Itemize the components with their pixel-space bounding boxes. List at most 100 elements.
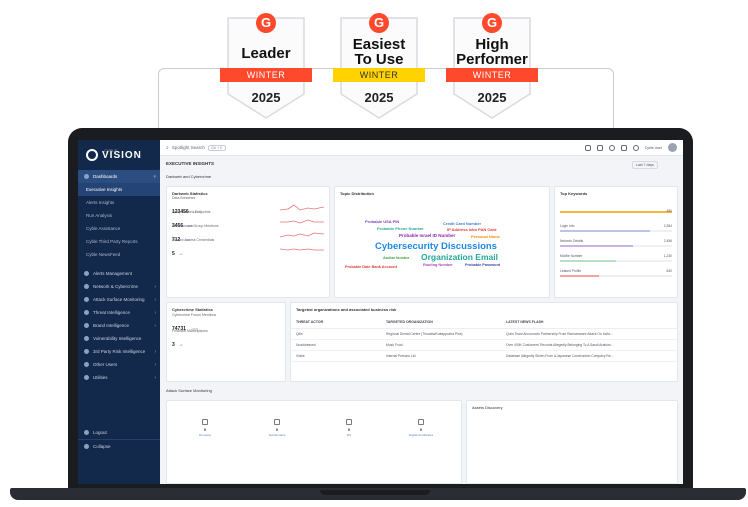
- sidebar-item-brand-intelligence[interactable]: Brand Intelligence ›: [78, 319, 160, 332]
- metric-row[interactable]: Financial Marketplaces 3 +1: [167, 329, 285, 348]
- avatar[interactable]: [668, 143, 677, 152]
- word-cloud-term[interactable]: Probable Israel ID Number: [399, 233, 455, 238]
- news-flash-cell: Database Allegedly Stolen From A Japanes…: [506, 354, 614, 358]
- network-icon: [84, 284, 89, 289]
- asm-subdomains[interactable]: 0 Subdomains: [247, 419, 307, 437]
- sidebar-item-vulnerability-intelligence[interactable]: Vulnerability Intelligence: [78, 332, 160, 345]
- topic-distribution-card: Topic Distribution Probable USA PIN Cred…: [334, 186, 550, 298]
- table-row[interactable]: Vickie Internal Persons Ltd Database All…: [291, 351, 677, 362]
- sidebar-item-network-cybercrime[interactable]: Network & Cybercrime ›: [78, 280, 160, 293]
- badge-year: 2025: [477, 90, 507, 105]
- settings-gear-icon[interactable]: [632, 144, 639, 151]
- alert-icon: [84, 271, 89, 276]
- asm-domains[interactable]: 0 Domains: [175, 419, 235, 437]
- certificate-icon: [418, 419, 424, 425]
- ip-icon: [346, 419, 352, 425]
- badge-title-line2: To Use: [354, 51, 404, 68]
- section-attack-surface: Attack Surface Monitoring: [166, 388, 212, 393]
- search-placeholder: Spotlight Search: [171, 145, 205, 150]
- word-cloud-term[interactable]: Probable Phone Number: [377, 226, 424, 231]
- sidebar-bottom: Logout Collapse: [78, 426, 160, 452]
- asm-ips[interactable]: 0 IPs: [319, 419, 379, 437]
- keyword-row[interactable]: Mobile Number 1,240: [560, 254, 672, 262]
- keyword-row[interactable]: Leaked Profile 840: [560, 269, 672, 277]
- sidebar-item-attack-surface[interactable]: Attack Surface Monitoring ›: [78, 293, 160, 306]
- users-icon: [84, 362, 89, 367]
- sidebar-item-dashboards[interactable]: Dashboards ▾: [78, 170, 160, 183]
- word-cloud-term[interactable]: IP Address Isbn PAN Card: [447, 227, 497, 232]
- asm-certificates[interactable]: 0 Digital Certificates: [391, 419, 451, 437]
- word-cloud-term[interactable]: Credit Card Number: [443, 221, 481, 226]
- collapse-button[interactable]: Collapse: [78, 439, 160, 452]
- keyword-row[interactable]: 480: [560, 209, 672, 213]
- word-cloud-term[interactable]: Aadhar Number: [383, 256, 409, 260]
- brand-logo[interactable]: CYBLE VISION: [78, 140, 160, 170]
- g2-logo-icon: G: [482, 13, 502, 33]
- user-name[interactable]: Cyble User: [645, 146, 662, 150]
- column-header[interactable]: TARGETED ORGANIZATION: [386, 320, 506, 324]
- help-icon[interactable]: [608, 144, 615, 151]
- document-icon[interactable]: [584, 144, 591, 151]
- metric-row[interactable]: Leaked Access Credentials 5 +1: [167, 238, 329, 257]
- brand-icon: [84, 323, 89, 328]
- keyword-label: Login Info: [560, 224, 575, 228]
- word-cloud-term[interactable]: Probable USA PIN: [365, 219, 399, 224]
- card-title: Assets Discovery: [472, 405, 503, 410]
- asm-label: Domains: [199, 433, 211, 437]
- sidebar-item-label: Vulnerability Intelligence: [93, 336, 142, 341]
- sidebar-item-alerts-management[interactable]: Alerts Management: [78, 267, 160, 280]
- word-cloud-term[interactable]: Organization Email: [421, 252, 498, 262]
- metric-label: Data Breaches: [172, 196, 196, 200]
- sidebar-item-label: Cyble NewsFeed: [86, 252, 121, 257]
- spotlight-search[interactable]: ⌕ Spotlight Search Ctrl + K: [166, 144, 226, 151]
- chevron-right-icon: ›: [154, 309, 156, 316]
- sidebar-item-label: Other Users: [93, 362, 118, 367]
- sidebar-item-third-party-risk[interactable]: 3rd Party Risk Intelligence ›: [78, 345, 160, 358]
- notification-bell-icon[interactable]: [620, 144, 627, 151]
- organization-cell: Internal Persons Ltd: [386, 354, 416, 358]
- column-header[interactable]: LATEST NEWS FLASH: [506, 320, 672, 324]
- keyword-row[interactable]: Network Details 2,456: [560, 239, 672, 247]
- sidebar-item-third-party-reports[interactable]: Cyble Third Party Reports: [78, 235, 160, 248]
- word-cloud-term[interactable]: Routing Number: [423, 263, 453, 267]
- sidebar-item-alerts-insights[interactable]: Alerts Insights: [78, 196, 160, 209]
- column-header[interactable]: THREAT ACTOR: [296, 320, 386, 324]
- word-cloud-term[interactable]: Cybersecurity Discussions: [375, 241, 497, 252]
- date-range-select[interactable]: Last 7 days: [632, 161, 658, 169]
- table-row[interactable]: Qilin Regional Dental Centre (Tiruvalla/…: [291, 329, 677, 340]
- sidebar-item-threat-intelligence[interactable]: Threat Intelligence ›: [78, 306, 160, 319]
- chevron-down-icon: ▾: [153, 173, 156, 180]
- sidebar-item-run-analysis[interactable]: Run Analysis: [78, 209, 160, 222]
- word-cloud-term[interactable]: Personal Name: [471, 234, 500, 239]
- chevron-right-icon: ›: [154, 296, 156, 303]
- table-row[interactable]: Unaddressed Mush Food Over 400K Customer…: [291, 340, 677, 351]
- brand-sub: CYBLE: [104, 148, 118, 153]
- asm-value: 0: [347, 427, 351, 432]
- metric-delta: +1: [179, 252, 183, 256]
- chevron-right-icon: ›: [154, 322, 156, 329]
- metric-label: Leaked Access Credentials: [172, 238, 215, 242]
- keyword-row[interactable]: Login Info 2,384: [560, 224, 672, 232]
- keyword-bar-track: [560, 260, 672, 262]
- badge-title-line1: Leader: [241, 45, 291, 62]
- logout-button[interactable]: Logout: [78, 426, 160, 439]
- organization-cell: Regional Dental Centre (Tiruvalla/Kuttap…: [386, 332, 463, 336]
- sidebar-item-cyble-assistance[interactable]: Cyble Assistance: [78, 222, 160, 235]
- metric-label: Financial Marketplaces: [172, 329, 208, 333]
- chevron-right-icon: ›: [154, 361, 156, 368]
- word-cloud-term[interactable]: Probable Password: [465, 263, 500, 267]
- word-cloud-term[interactable]: Probable Date Bank Account: [345, 265, 397, 269]
- utilities-icon: [84, 375, 89, 380]
- sidebar-item-executive-insights[interactable]: Executive Insights: [78, 183, 160, 196]
- keyword-label: Network Details: [560, 239, 584, 243]
- sidebar-item-newsfeed[interactable]: Cyble NewsFeed: [78, 248, 160, 261]
- keyword-bar-track: [560, 275, 672, 277]
- badge-title-line2: Performer: [456, 51, 528, 68]
- keyword-value: 840: [666, 269, 672, 273]
- section-darkweb: Darkweb and Cybercrime: [166, 174, 212, 179]
- metric-label: Ransomware Group Mentions: [172, 224, 219, 228]
- sidebar-item-other-users[interactable]: Other Users ›: [78, 358, 160, 371]
- download-icon[interactable]: [596, 144, 603, 151]
- sidebar-item-utilities[interactable]: Utilities ›: [78, 371, 160, 384]
- laptop-notch: [320, 490, 430, 495]
